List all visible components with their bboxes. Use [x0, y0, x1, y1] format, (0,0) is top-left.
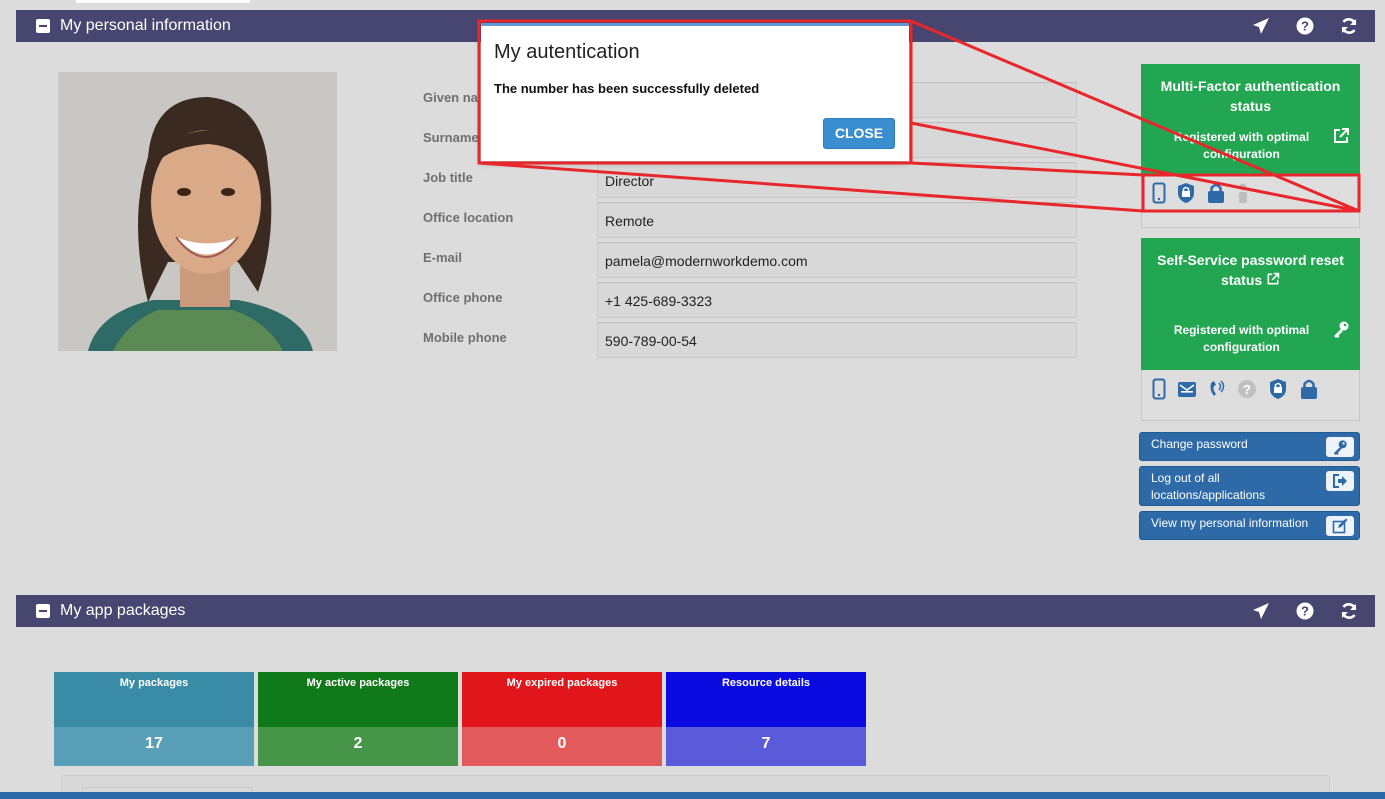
key-icon: [1332, 320, 1350, 343]
mfa-status-text: Registered with optimal configuration: [1173, 130, 1310, 161]
footer-bar: [0, 792, 1385, 799]
tile-label: Resource details: [666, 672, 866, 727]
dialog-title: My autentication: [494, 41, 640, 63]
phone-call-icon: [1208, 378, 1226, 405]
external-link-icon[interactable]: [1332, 127, 1350, 150]
lock-icon: [1299, 378, 1319, 405]
external-link-icon[interactable]: [1266, 271, 1280, 291]
sign-out-icon: [1326, 471, 1354, 491]
key-icon: [1326, 437, 1354, 457]
user-icon: [1236, 182, 1250, 209]
mobile-phone-label: Mobile phone: [423, 330, 507, 345]
logout-all-button[interactable]: Log out of all locations/applications: [1139, 466, 1360, 506]
question-icon: ?: [1237, 378, 1257, 405]
profile-photo: [58, 72, 337, 351]
panel-title: My app packages: [60, 602, 186, 619]
job-title-field[interactable]: Director: [597, 162, 1077, 198]
view-personal-info-label: View my personal information: [1151, 516, 1309, 530]
dialog-message: The number has been successfully deleted: [494, 81, 760, 96]
sspr-status-title: Self-Service password reset status: [1141, 238, 1360, 312]
mfa-methods: [1141, 174, 1360, 228]
send-icon[interactable]: [1251, 16, 1271, 36]
office-location-label: Office location: [423, 210, 514, 225]
job-title-label: Job title: [423, 170, 473, 185]
mfa-status-badge: Registered with optimal configuration: [1141, 119, 1360, 174]
change-password-button[interactable]: Change password: [1139, 432, 1360, 461]
refresh-icon[interactable]: [1339, 601, 1359, 621]
tile-my-packages[interactable]: My packages 17: [54, 672, 254, 766]
refresh-icon[interactable]: [1339, 16, 1359, 36]
tile-label: My active packages: [258, 672, 458, 727]
top-tab-indicator: [76, 0, 250, 3]
tile-resource-details[interactable]: Resource details 7: [666, 672, 866, 766]
app-packages-panel-header: My app packages ?: [16, 595, 1375, 627]
office-location-field[interactable]: Remote: [597, 202, 1077, 238]
tile-active-packages[interactable]: My active packages 2: [258, 672, 458, 766]
office-phone-label: Office phone: [423, 290, 503, 305]
svg-text:?: ?: [1301, 604, 1309, 619]
mobile-phone-icon: [1152, 378, 1166, 405]
mfa-status-title: Multi-Factor authentication status: [1141, 64, 1360, 119]
tile-expired-packages[interactable]: My expired packages 0: [462, 672, 662, 766]
shield-lock-icon: [1176, 182, 1196, 209]
email-icon: [1177, 378, 1197, 405]
svg-text:?: ?: [1243, 382, 1251, 397]
given-name-label: Given na: [423, 90, 478, 105]
tile-value: 7: [666, 727, 866, 766]
sspr-status-text: Registered with optimal configuration: [1173, 323, 1310, 354]
mfa-status-card: Multi-Factor authentication status Regis…: [1141, 64, 1360, 228]
view-personal-info-button[interactable]: View my personal information: [1139, 511, 1360, 540]
shield-lock-icon: [1268, 378, 1288, 405]
tile-label: My expired packages: [462, 672, 662, 727]
sspr-title-text: Self-Service password reset status: [1157, 252, 1344, 288]
change-password-label: Change password: [1151, 437, 1248, 451]
help-icon[interactable]: ?: [1295, 16, 1315, 36]
office-phone-field[interactable]: +1 425-689-3323: [597, 282, 1077, 318]
panel-title: My personal information: [60, 17, 231, 34]
tile-label: My packages: [54, 672, 254, 727]
tile-value: 2: [258, 727, 458, 766]
sspr-methods: ?: [1141, 370, 1360, 421]
sspr-status-card: Self-Service password reset status Regis…: [1141, 238, 1360, 421]
collapse-icon[interactable]: [36, 604, 50, 618]
lock-icon: [1206, 182, 1226, 209]
surname-label: Surname: [423, 130, 479, 145]
edit-icon: [1326, 516, 1354, 536]
mobile-phone-icon: [1152, 182, 1166, 209]
help-icon[interactable]: ?: [1295, 601, 1315, 621]
svg-text:?: ?: [1301, 19, 1309, 34]
email-label: E-mail: [423, 250, 463, 265]
send-icon[interactable]: [1251, 601, 1271, 621]
collapse-icon[interactable]: [36, 19, 50, 33]
close-button[interactable]: CLOSE: [823, 118, 895, 149]
sspr-status-badge: Registered with optimal configuration: [1141, 312, 1360, 370]
tile-value: 17: [54, 727, 254, 766]
tile-value: 0: [462, 727, 662, 766]
notification-dialog: My autentication The number has been suc…: [481, 23, 909, 161]
mobile-phone-field[interactable]: 590-789-00-54: [597, 322, 1077, 358]
email-field[interactable]: pamela@modernworkdemo.com: [597, 242, 1077, 278]
